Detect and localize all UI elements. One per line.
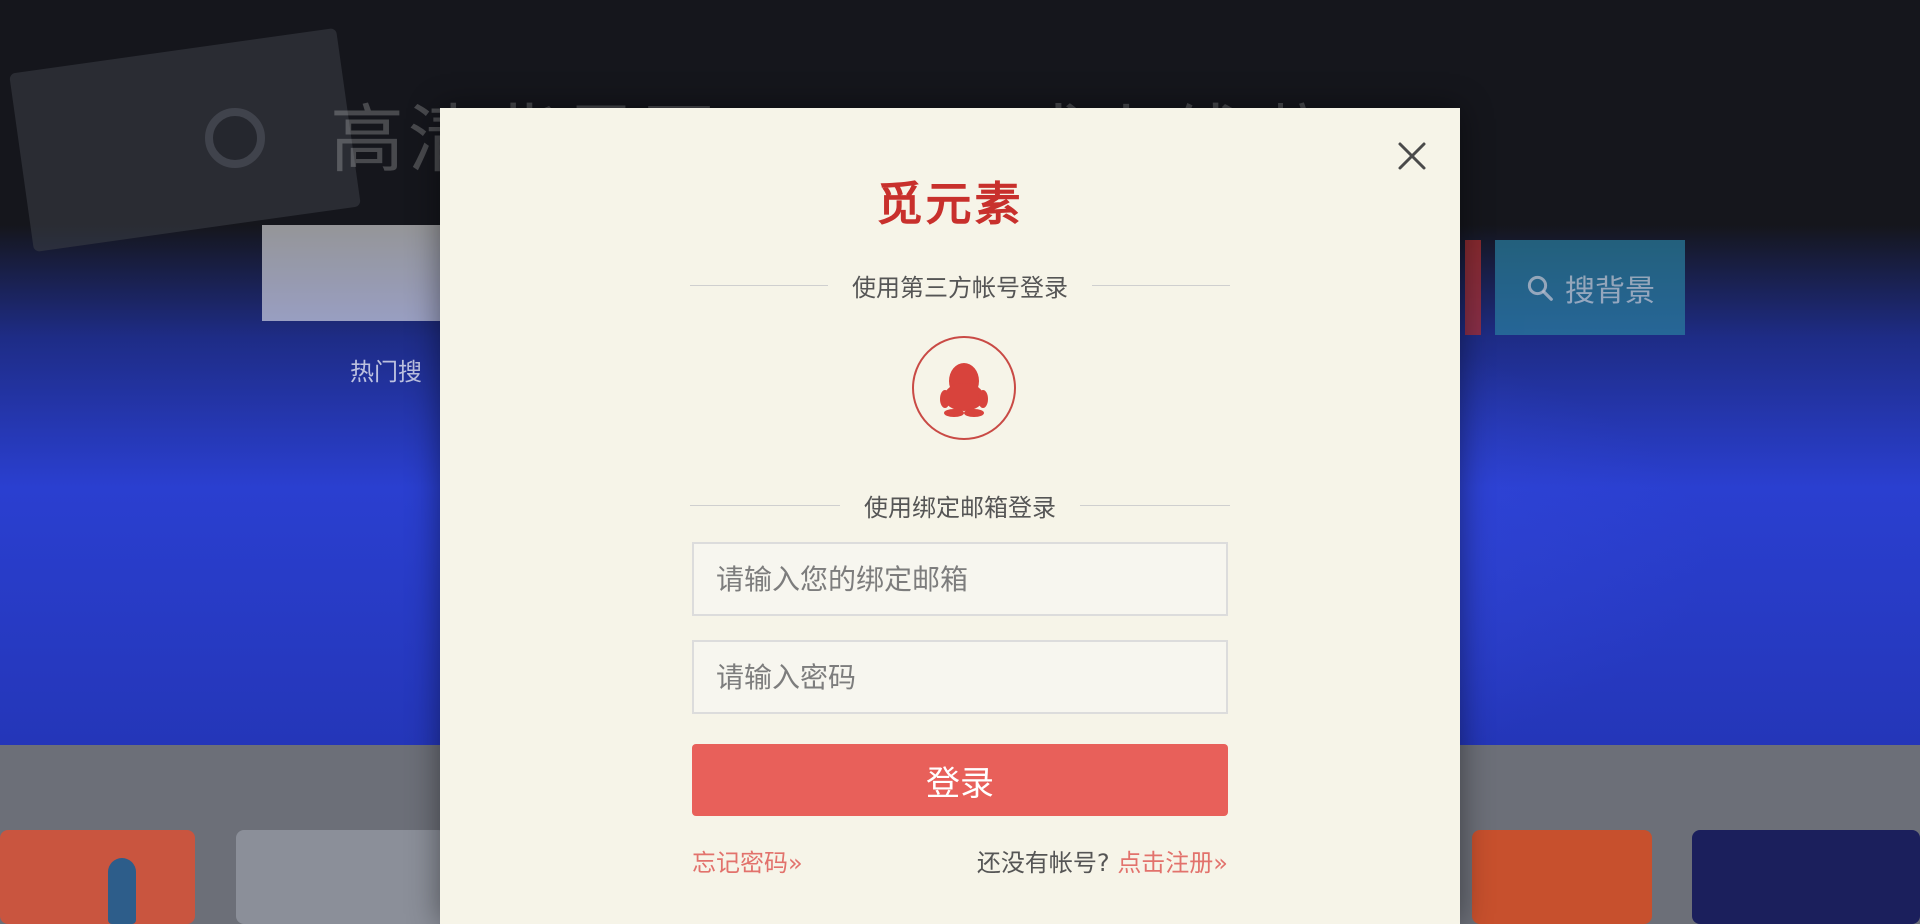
login-footer: 忘记密码» 还没有帐号? 点击注册» (692, 843, 1228, 879)
login-button[interactable]: 登录 (692, 744, 1228, 816)
background-card-figure (108, 858, 136, 924)
third-party-divider: 使用第三方帐号登录 (690, 268, 1230, 303)
background-search-accent (1465, 240, 1481, 335)
background-card[interactable] (0, 830, 195, 924)
register-prompt: 还没有帐号? 点击注册» (977, 843, 1228, 878)
forgot-password-link[interactable]: 忘记密码» (692, 843, 803, 878)
qq-login-button[interactable] (912, 336, 1016, 440)
qq-penguin-icon (940, 363, 988, 417)
email-login-divider: 使用绑定邮箱登录 (690, 488, 1230, 523)
background-illustration-detail (205, 108, 265, 168)
background-search-button[interactable]: 搜背景 (1495, 240, 1685, 335)
background-hot-search-label: 热门搜 (350, 358, 422, 386)
no-account-text: 还没有帐号? (976, 849, 1110, 877)
background-card[interactable] (1472, 830, 1652, 924)
login-modal: 觅元素 使用第三方帐号登录 使用绑定邮箱登录 登录 忘记密码» 还没有帐号? 点… (440, 108, 1460, 924)
background-card[interactable] (1692, 830, 1920, 924)
email-field[interactable] (692, 542, 1228, 616)
search-icon (1527, 275, 1553, 301)
divider-line (690, 285, 828, 286)
divider-line (690, 505, 840, 506)
background-search-button-label: 搜背景 (1565, 273, 1655, 309)
background-card[interactable] (236, 830, 446, 924)
email-login-heading: 使用绑定邮箱登录 (864, 494, 1056, 522)
divider-line (1080, 505, 1230, 506)
divider-line (1092, 285, 1230, 286)
password-field[interactable] (692, 640, 1228, 714)
register-link[interactable]: 点击注册» (1117, 849, 1228, 877)
third-party-heading: 使用第三方帐号登录 (852, 274, 1068, 302)
brand-logo: 觅元素 (876, 177, 1024, 231)
